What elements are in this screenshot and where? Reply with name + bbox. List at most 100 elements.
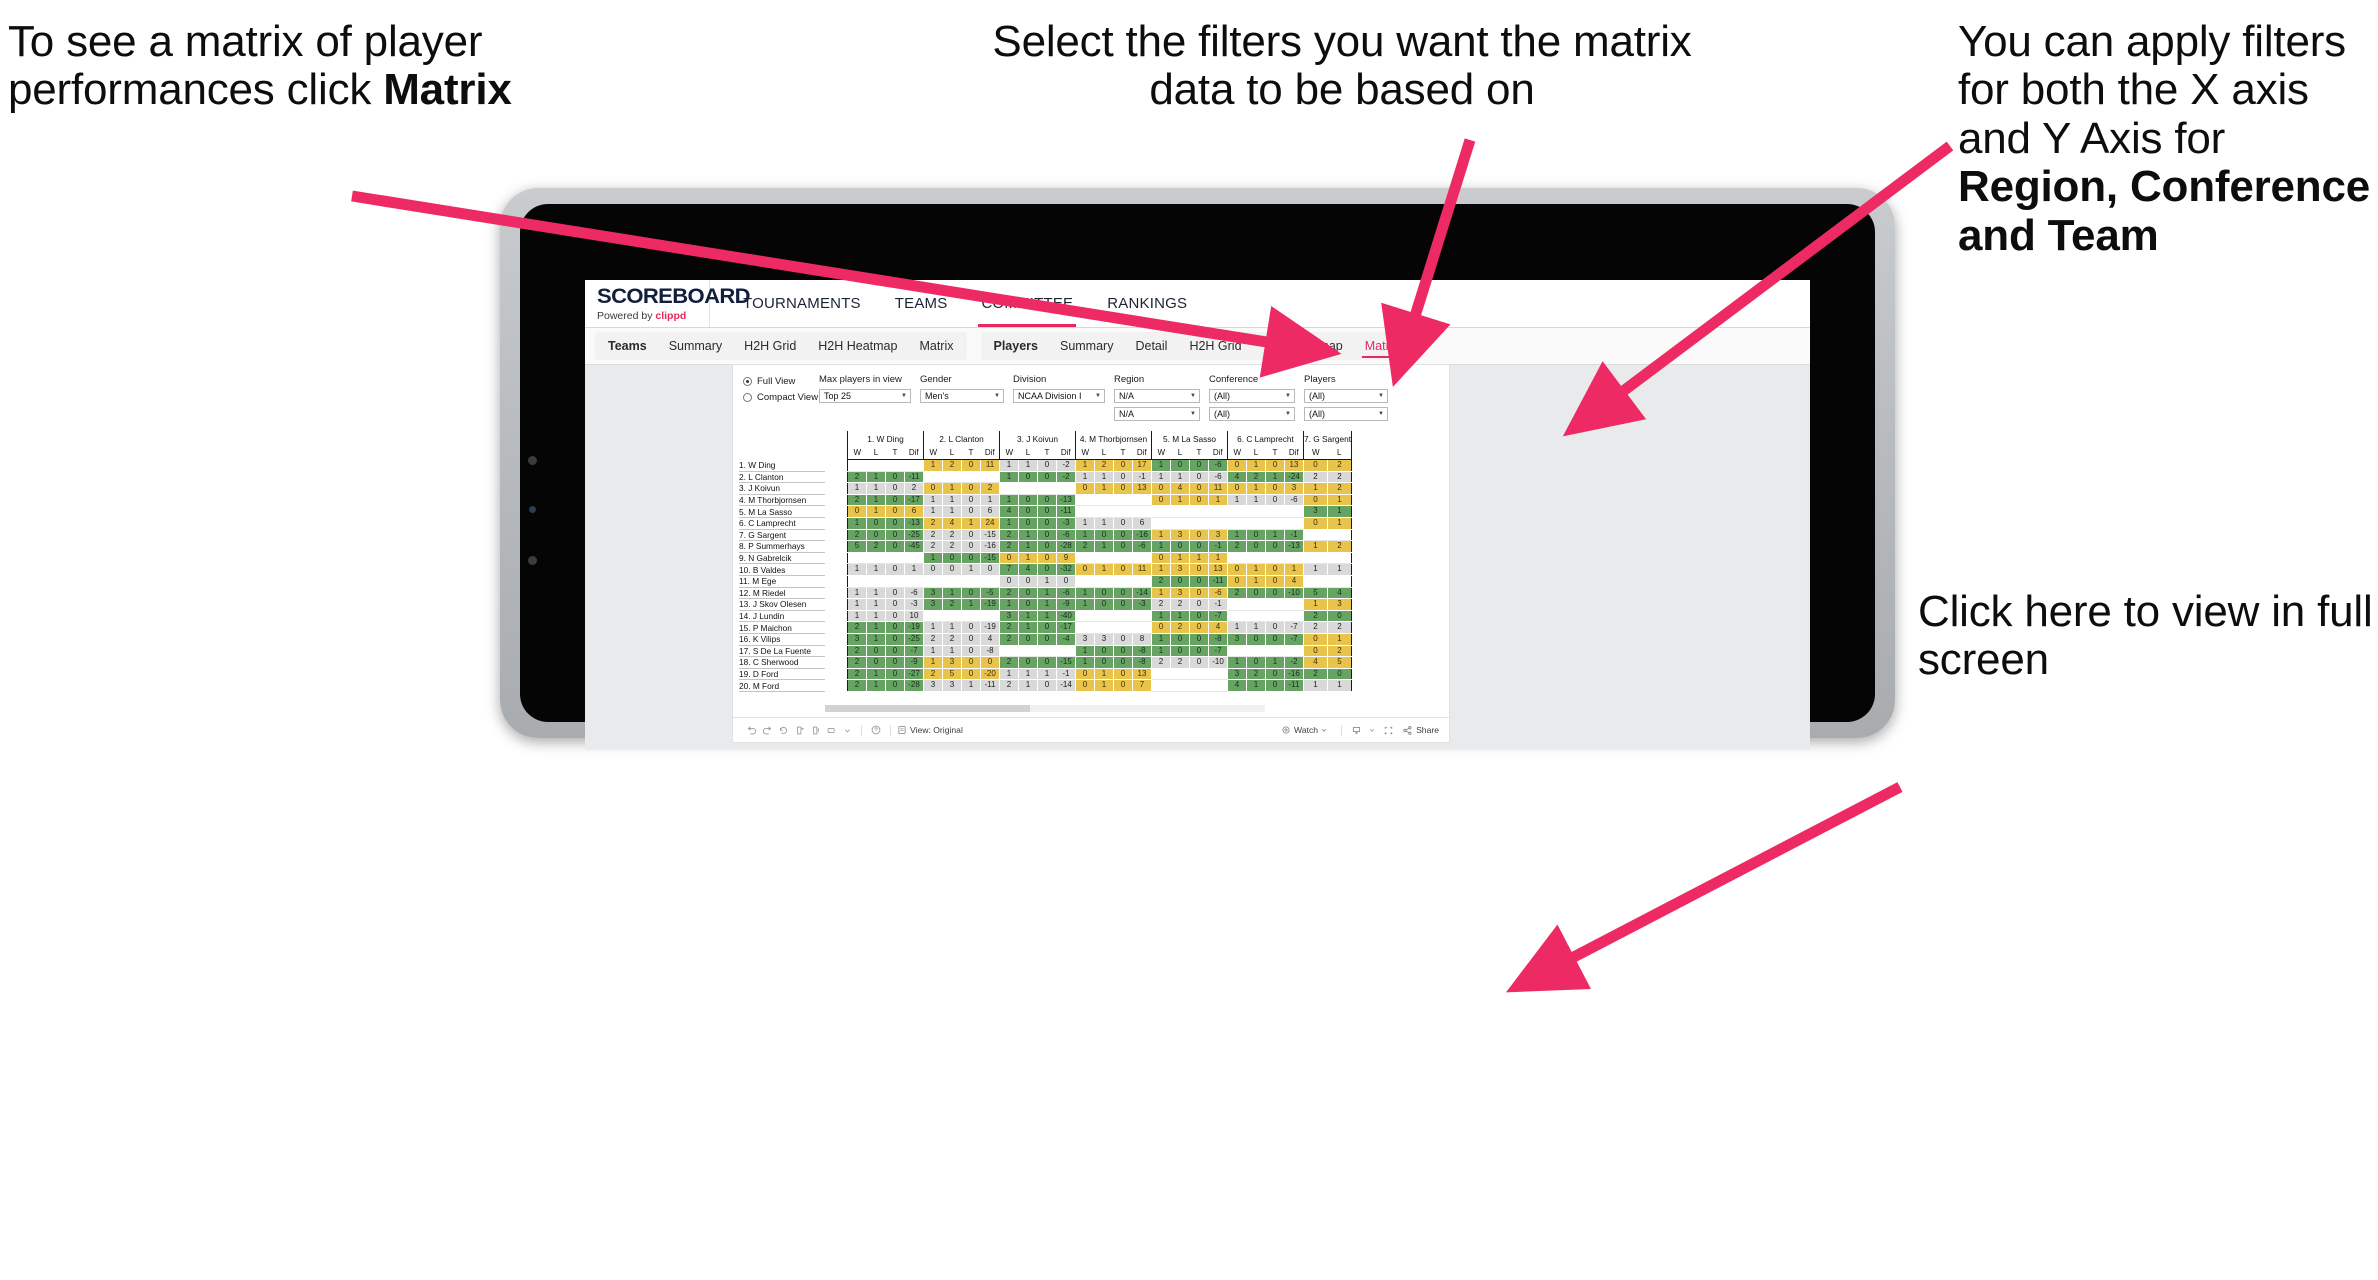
matrix-cell[interactable]: 3 [1094, 633, 1114, 646]
matrix-cell[interactable]: -19 [980, 598, 1000, 611]
sub-nav-item-h2h-grid[interactable]: H2H Grid [1178, 332, 1252, 360]
matrix-cell[interactable]: -16 [1132, 529, 1152, 542]
matrix-cell[interactable]: 2 [999, 633, 1019, 646]
matrix-cell[interactable] [1227, 610, 1247, 623]
top-nav-item-teams[interactable]: TEAMS [878, 280, 965, 327]
matrix-cell[interactable]: 2 [942, 598, 962, 611]
matrix-cell[interactable]: 1 [1265, 471, 1285, 484]
matrix-cell[interactable]: 2 [1151, 656, 1171, 669]
matrix-cell[interactable]: 13 [1208, 563, 1228, 576]
matrix-cell[interactable]: 0 [1151, 552, 1171, 565]
matrix-cell[interactable]: -3 [1056, 517, 1076, 530]
matrix-cell[interactable]: 7 [999, 563, 1019, 576]
matrix-cell[interactable]: 3 [1170, 563, 1190, 576]
matrix-cell[interactable]: 0 [1037, 656, 1057, 669]
matrix-cell[interactable]: -7 [1208, 645, 1228, 658]
matrix-cell[interactable] [1113, 621, 1133, 634]
matrix-cell[interactable]: -3 [1132, 598, 1152, 611]
matrix-cell[interactable] [1208, 668, 1228, 681]
matrix-cell[interactable] [847, 552, 867, 565]
matrix-cell[interactable]: 0 [1037, 459, 1057, 472]
matrix-cell[interactable]: 0 [1189, 575, 1209, 588]
matrix-cell[interactable] [1075, 575, 1095, 588]
matrix-cell[interactable]: 0 [1037, 633, 1057, 646]
matrix-cell[interactable]: 6 [980, 505, 1000, 518]
matrix-cell[interactable]: 0 [1265, 494, 1285, 507]
matrix-cell[interactable]: 0 [885, 517, 905, 530]
matrix-cell[interactable]: 1 [1075, 645, 1095, 658]
matrix-cell[interactable]: 0 [961, 587, 981, 600]
matrix-cell[interactable]: 0 [999, 552, 1019, 565]
matrix-cell[interactable] [847, 575, 867, 588]
matrix-cell[interactable]: -6 [1132, 540, 1152, 553]
matrix-cell[interactable] [1302, 552, 1329, 565]
matrix-cell[interactable]: 1 [942, 621, 962, 634]
matrix-cell[interactable] [1132, 505, 1152, 518]
matrix-cell[interactable]: 2 [1302, 668, 1329, 681]
matrix-cell[interactable] [1227, 505, 1247, 518]
matrix-cell[interactable]: 0 [1018, 575, 1038, 588]
matrix-cell[interactable] [1056, 645, 1076, 658]
matrix-cell[interactable] [1018, 482, 1038, 495]
matrix-cell[interactable]: 1 [1018, 459, 1038, 472]
matrix-cell[interactable]: 1 [866, 482, 886, 495]
matrix-cell[interactable] [1284, 610, 1304, 623]
matrix-cell[interactable]: 1 [1227, 621, 1247, 634]
matrix-cell[interactable]: -15 [1056, 656, 1076, 669]
matrix-cell[interactable]: 1 [1170, 610, 1190, 623]
matrix-cell[interactable]: 6 [904, 505, 924, 518]
matrix-cell[interactable]: 2 [847, 656, 867, 669]
matrix-cell[interactable]: 0 [961, 656, 981, 669]
matrix-cell[interactable]: -20 [980, 668, 1000, 681]
matrix-cell[interactable]: 3 [923, 587, 943, 600]
matrix-cell[interactable]: 0 [1113, 656, 1133, 669]
matrix-cell[interactable] [847, 459, 867, 472]
matrix-cell[interactable] [866, 552, 886, 565]
matrix-cell[interactable]: 0 [1075, 668, 1095, 681]
matrix-cell[interactable] [1132, 621, 1152, 634]
matrix-cell[interactable]: 0 [1037, 540, 1057, 553]
matrix-cell[interactable]: 0 [1151, 621, 1171, 634]
matrix-cell[interactable]: 0 [1075, 482, 1095, 495]
matrix-cell[interactable]: 0 [1037, 529, 1057, 542]
matrix-cell[interactable] [1246, 645, 1266, 658]
matrix-cell[interactable]: 0 [923, 482, 943, 495]
matrix-cell[interactable] [904, 575, 924, 588]
matrix-cell[interactable]: 1 [866, 505, 886, 518]
matrix-cell[interactable] [1094, 494, 1114, 507]
matrix-cell[interactable]: 1 [866, 471, 886, 484]
matrix-cell[interactable]: 0 [1056, 575, 1076, 588]
matrix-cell[interactable]: 2 [1246, 471, 1266, 484]
sub-nav-item-detail[interactable]: Detail [1124, 332, 1178, 360]
matrix-cell[interactable]: 1 [1075, 529, 1095, 542]
matrix-cell[interactable]: 0 [1265, 679, 1285, 692]
fullscreen-icon[interactable] [1380, 723, 1396, 737]
matrix-cell[interactable]: 1 [1227, 656, 1247, 669]
matrix-cell[interactable]: 0 [1189, 471, 1209, 484]
matrix-cell[interactable]: 2 [999, 529, 1019, 542]
matrix-cell[interactable]: 1 [923, 459, 943, 472]
matrix-cell[interactable]: 0 [1189, 540, 1209, 553]
matrix-cell[interactable]: 1 [942, 645, 962, 658]
matrix-cell[interactable]: 0 [885, 679, 905, 692]
sub-nav-item-h2h-grid[interactable]: H2H Grid [733, 332, 807, 360]
matrix-cell[interactable]: 1 [847, 610, 867, 623]
matrix-cell[interactable]: 2 [942, 540, 962, 553]
matrix-cell[interactable]: 0 [1189, 459, 1209, 472]
matrix-cell[interactable] [1189, 668, 1209, 681]
matrix-cell[interactable]: 0 [1037, 563, 1057, 576]
matrix-cell[interactable] [1284, 598, 1304, 611]
matrix-cell[interactable]: -6 [904, 587, 924, 600]
matrix-cell[interactable]: 1 [1018, 529, 1038, 542]
matrix-cell[interactable]: 0 [885, 645, 905, 658]
matrix-cell[interactable]: -8 [1132, 656, 1152, 669]
matrix-cell[interactable]: 2 [1302, 621, 1329, 634]
matrix-cell[interactable]: 0 [961, 668, 981, 681]
matrix-cell[interactable]: 0 [1018, 517, 1038, 530]
matrix-cell[interactable]: 0 [1113, 529, 1133, 542]
matrix-cell[interactable]: 0 [1227, 459, 1247, 472]
matrix-cell[interactable]: 0 [1018, 471, 1038, 484]
matrix-cell[interactable]: 2 [847, 621, 867, 634]
matrix-cell[interactable]: 0 [1037, 505, 1057, 518]
matrix-cell[interactable]: 1 [1327, 633, 1353, 646]
